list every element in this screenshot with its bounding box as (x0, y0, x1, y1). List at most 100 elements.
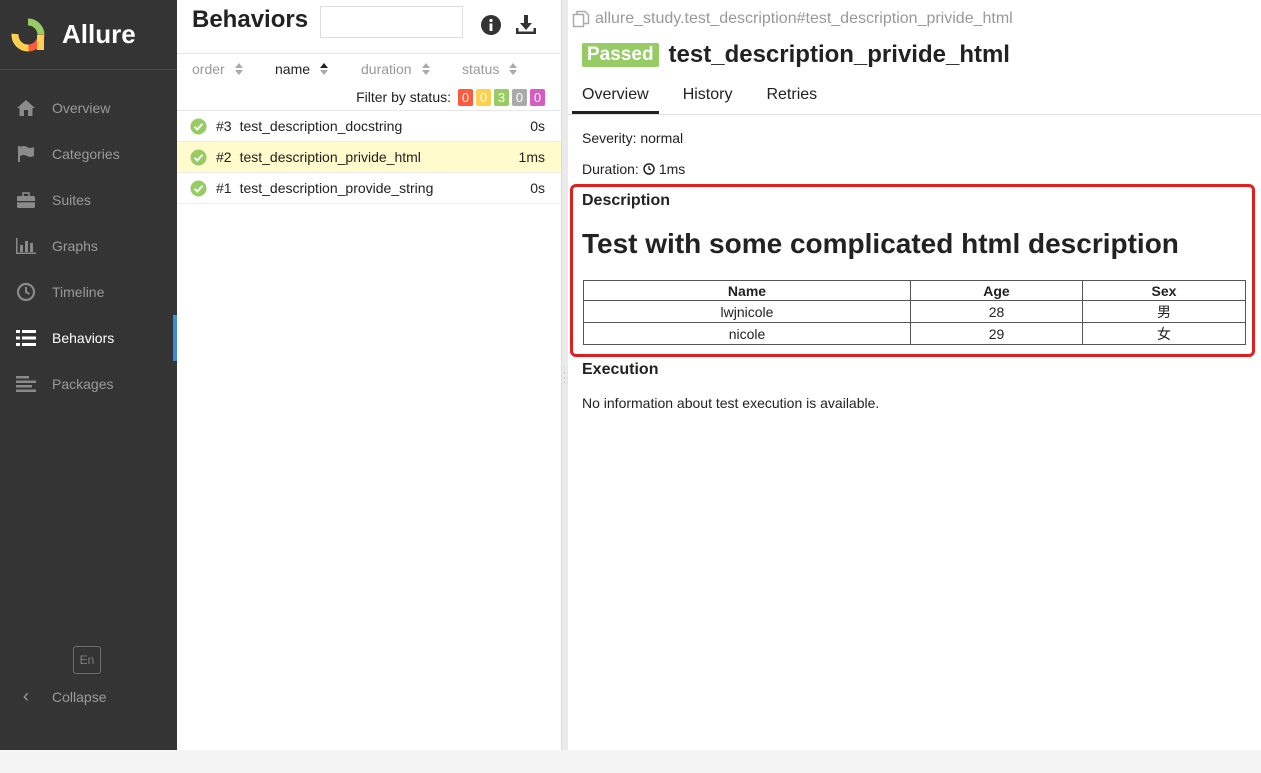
duration-value: 1ms (658, 161, 686, 177)
description-table: Name Age Sex lwjnicole 28 男 nicole 29 女 (583, 280, 1246, 345)
check-circle-icon (190, 180, 207, 196)
unknown-count-badge[interactable]: 0 (530, 88, 545, 106)
sidebar-item-packages[interactable]: Packages (0, 361, 177, 407)
duration-row: Duration: 1ms (582, 161, 685, 177)
sort-arrows-icon (509, 63, 518, 75)
sidebar-item-label: Suites (52, 192, 91, 208)
sidebar-item-suites[interactable]: Suites (0, 177, 177, 223)
pane-resize-handle[interactable]: :::::: (561, 0, 570, 750)
clock-icon (643, 163, 655, 175)
search-input[interactable] (320, 6, 463, 38)
skipped-count-badge[interactable]: 0 (512, 88, 527, 106)
flag-icon (14, 144, 38, 164)
table-row[interactable]: #2 test_description_privide_html 1ms (177, 142, 561, 173)
sort-order-label: order (192, 61, 225, 77)
row-name: test_description_docstring (239, 118, 403, 134)
test-title: test_description_privide_html (668, 41, 1010, 68)
table-cell: 29 (910, 322, 1083, 345)
check-circle-icon (190, 149, 207, 165)
row-duration: 0s (530, 180, 545, 196)
language-toggle[interactable]: En (73, 646, 101, 674)
sort-order[interactable]: order (192, 61, 243, 77)
table-cell: nicole (583, 322, 911, 345)
table-cell: 男 (1082, 300, 1246, 323)
table-header-row: Name Age Sex (583, 280, 1246, 301)
collapse-label: Collapse (52, 688, 107, 705)
table-cell: 28 (910, 300, 1083, 323)
row-duration: 0s (530, 118, 545, 134)
sort-name-label: name (275, 61, 311, 77)
sort-arrows-icon (234, 63, 243, 75)
sidebar-item-categories[interactable]: Categories (0, 131, 177, 177)
column-header: Age (910, 280, 1083, 301)
status-filter: Filter by status: 0 0 3 0 0 (177, 84, 561, 110)
table-row: lwjnicole 28 男 (583, 300, 1246, 323)
table-row: nicole 29 女 (583, 322, 1246, 345)
row-name: test_description_provide_string (239, 180, 434, 196)
clock-icon (14, 282, 38, 302)
allure-logo-icon (11, 18, 45, 51)
sidebar-item-label: Timeline (52, 284, 105, 300)
sort-status[interactable]: status (462, 61, 518, 77)
behaviors-pane: Behaviors order name duration status Fil… (177, 0, 561, 750)
detail-tabs: Overview History Retries (568, 78, 1261, 115)
filter-label: Filter by status: (356, 89, 451, 105)
description-title: Test with some complicated html descript… (582, 228, 1179, 259)
sidebar-item-label: Behaviors (52, 330, 115, 346)
passed-count-badge[interactable]: 3 (494, 88, 509, 106)
execution-heading: Execution (582, 361, 659, 378)
sort-duration[interactable]: duration (361, 61, 430, 77)
column-header: Sex (1082, 280, 1246, 301)
row-name: test_description_privide_html (239, 149, 421, 165)
list-icon (14, 328, 38, 348)
tab-history[interactable]: History (673, 78, 743, 114)
collapse-button[interactable]: ‹ Collapse (14, 686, 106, 707)
sidebar-item-label: Overview (52, 100, 111, 116)
sidebar-nav: Overview Categories Suites Graphs Timeli… (0, 85, 177, 407)
table-cell: lwjnicole (583, 300, 911, 323)
row-duration: 1ms (518, 149, 545, 165)
sidebar-item-graphs[interactable]: Graphs (0, 223, 177, 269)
breadcrumb-text: allure_study.test_description#test_descr… (595, 10, 1013, 27)
download-icon[interactable] (515, 14, 537, 36)
sidebar-item-behaviors[interactable]: Behaviors (0, 315, 177, 361)
align-left-icon (14, 374, 38, 394)
behaviors-header: Behaviors (177, 0, 561, 54)
sort-arrows-icon (320, 63, 329, 75)
table-row[interactable]: #3 test_description_docstring 0s (177, 111, 561, 142)
sidebar-item-timeline[interactable]: Timeline (0, 269, 177, 315)
sort-duration-label: duration (361, 61, 412, 77)
table-row[interactable]: #1 test_description_provide_string 0s (177, 173, 561, 204)
failed-count-badge[interactable]: 0 (458, 88, 473, 106)
sidebar-item-label: Packages (52, 376, 114, 392)
home-icon (14, 98, 38, 118)
test-detail-pane: allure_study.test_description#test_descr… (568, 0, 1261, 750)
status-badge: Passed (582, 43, 659, 67)
description-heading: Description (582, 192, 671, 209)
brand[interactable]: Allure (0, 0, 177, 70)
brand-name: Allure (62, 19, 136, 49)
row-number: #1 (216, 180, 232, 196)
sort-name[interactable]: name (275, 61, 329, 77)
briefcase-icon (14, 190, 38, 210)
sidebar-item-label: Graphs (52, 238, 98, 254)
page-title: Behaviors (192, 6, 309, 33)
info-icon[interactable] (480, 14, 502, 36)
copy-icon[interactable] (572, 10, 590, 28)
duration-label: Duration: (582, 161, 639, 177)
column-header: Name (583, 280, 911, 301)
tab-overview[interactable]: Overview (572, 78, 659, 114)
chevron-left-icon: ‹ (23, 686, 29, 706)
check-circle-icon (190, 118, 207, 134)
sort-bar: order name duration status (177, 54, 561, 84)
sort-arrows-icon (421, 63, 430, 75)
bar-chart-icon (14, 236, 38, 256)
sidebar-item-overview[interactable]: Overview (0, 85, 177, 131)
test-title-bar: Passed test_description_privide_html (582, 41, 1010, 69)
breadcrumb: allure_study.test_description#test_descr… (572, 10, 1013, 28)
tab-retries[interactable]: Retries (756, 78, 827, 114)
execution-text: No information about test execution is a… (582, 395, 880, 411)
broken-count-badge[interactable]: 0 (476, 88, 491, 106)
sidebar-item-label: Categories (52, 146, 120, 162)
test-list: #3 test_description_docstring 0s #2 test… (177, 110, 561, 204)
